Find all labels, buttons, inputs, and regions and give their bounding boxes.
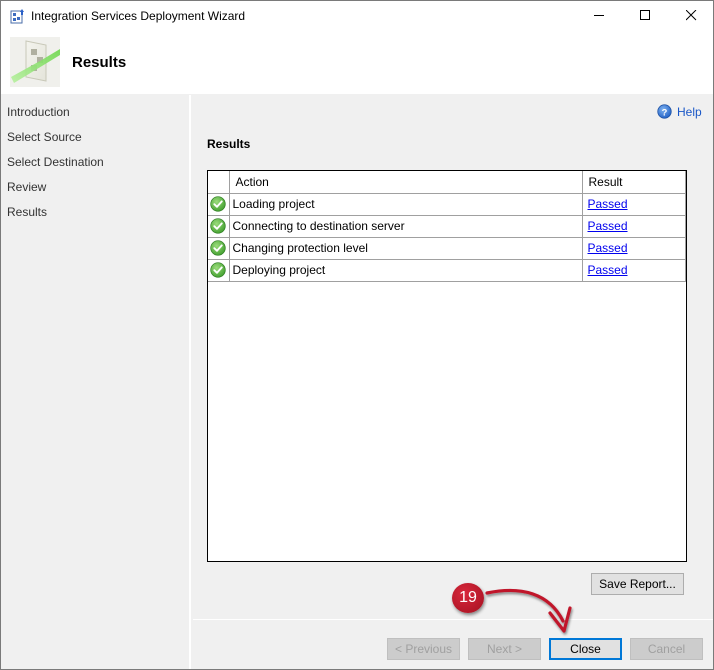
section-title: Results xyxy=(207,137,251,151)
page-title: Results xyxy=(72,54,127,71)
save-report-button[interactable]: Save Report... xyxy=(591,573,684,595)
cancel-button[interactable]: Cancel xyxy=(630,638,703,660)
deployment-wizard-icon xyxy=(10,37,60,87)
success-check-icon xyxy=(210,218,226,234)
help-icon: ? xyxy=(657,104,672,119)
results-table: Action Result Loading project Passed Con… xyxy=(207,170,687,562)
title-bar: Integration Services Deployment Wizard xyxy=(1,1,713,31)
maximize-icon xyxy=(640,10,650,20)
success-check-icon xyxy=(210,196,226,212)
success-check-icon xyxy=(210,262,226,278)
minimize-icon xyxy=(594,15,604,16)
sidebar-item-results[interactable]: Results xyxy=(7,205,47,219)
previous-button[interactable]: < Previous xyxy=(387,638,460,660)
maximize-button[interactable] xyxy=(622,1,668,31)
action-cell: Loading project xyxy=(228,192,583,216)
close-window-button[interactable] xyxy=(668,1,713,31)
table-row: Deploying project Passed xyxy=(208,258,686,282)
table-row: Changing protection level Passed xyxy=(208,236,686,260)
close-button[interactable]: Close xyxy=(549,638,622,660)
main-panel: ? Help Results Action Result Loading pro… xyxy=(193,95,713,669)
svg-text:?: ? xyxy=(662,107,668,117)
sidebar-item-select-source[interactable]: Select Source xyxy=(7,130,82,144)
window-title: Integration Services Deployment Wizard xyxy=(31,9,246,23)
app-icon xyxy=(10,9,24,24)
result-link[interactable]: Passed xyxy=(586,241,628,255)
minimize-button[interactable] xyxy=(576,1,622,31)
action-cell: Changing protection level xyxy=(228,236,583,260)
result-link[interactable]: Passed xyxy=(586,197,628,211)
close-icon xyxy=(686,10,697,21)
sidebar-item-select-destination[interactable]: Select Destination xyxy=(7,155,104,169)
wizard-steps-sidebar: Introduction Select Source Select Destin… xyxy=(1,95,191,669)
table-header-row: Action Result xyxy=(208,171,686,194)
sidebar-item-review[interactable]: Review xyxy=(7,180,46,194)
action-cell: Deploying project xyxy=(228,258,583,282)
success-check-icon xyxy=(210,240,226,256)
column-header-result: Result xyxy=(581,171,686,194)
table-row: Connecting to destination server Passed xyxy=(208,214,686,238)
table-row: Loading project Passed xyxy=(208,192,686,216)
footer-divider xyxy=(193,619,713,620)
result-link[interactable]: Passed xyxy=(586,219,628,233)
wizard-window: Integration Services Deployment Wizard R… xyxy=(0,0,714,670)
column-header-status xyxy=(208,171,230,194)
next-button[interactable]: Next > xyxy=(468,638,541,660)
action-cell: Connecting to destination server xyxy=(228,214,583,238)
sidebar-item-introduction[interactable]: Introduction xyxy=(7,105,70,119)
header-banner: Results xyxy=(1,31,713,94)
result-link[interactable]: Passed xyxy=(586,263,628,277)
column-header-action: Action xyxy=(228,171,583,194)
help-label[interactable]: Help xyxy=(677,105,702,119)
